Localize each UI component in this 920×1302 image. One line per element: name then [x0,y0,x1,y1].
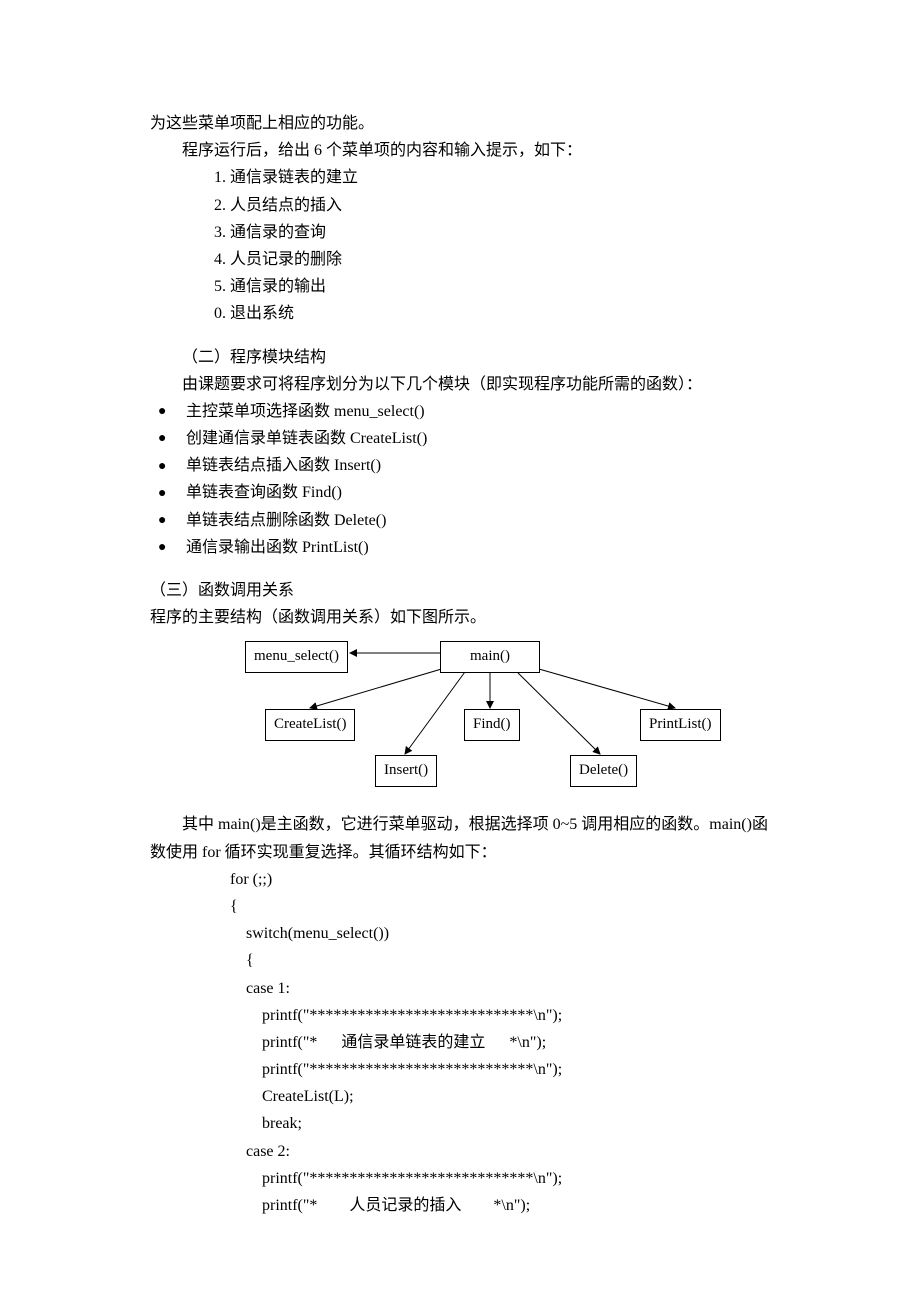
menu-0: 0. 退出系统 [150,300,770,327]
module-label: 单链表结点插入函数 Insert() [186,457,381,474]
module-label: 主控菜单项选择函数 menu_select() [186,403,425,420]
module-label: 通信录输出函数 PrintList() [186,539,369,556]
node-menu: menu_select() [245,641,348,673]
module-label: 单链表查询函数 Find() [186,484,342,501]
module-label: 单链表结点删除函数 Delete() [186,512,386,529]
menu-4: 4. 人员记录的删除 [150,246,770,273]
module-label: 创建通信录单链表函数 CreateList() [186,430,427,447]
node-print: PrintList() [640,709,721,741]
menu-1: 1. 通信录链表的建立 [150,164,770,191]
module-item: 单链表结点插入函数 Insert() [158,452,770,479]
menu-2: 2. 人员结点的插入 [150,192,770,219]
section2-title: （二）程序模块结构 [150,344,770,371]
code-block: for (;;) { switch(menu_select()) { case … [150,866,770,1219]
call-diagram: main() menu_select() CreateList() Find()… [150,641,770,791]
module-item: 通信录输出函数 PrintList() [158,534,770,561]
intro-line: 为这些菜单项配上相应的功能。 [150,110,770,137]
node-find: Find() [464,709,520,741]
section3-title: （三）函数调用关系 [150,577,770,604]
menu-5: 5. 通信录的输出 [150,273,770,300]
node-create: CreateList() [265,709,355,741]
module-item: 创建通信录单链表函数 CreateList() [158,425,770,452]
module-item: 主控菜单项选择函数 menu_select() [158,398,770,425]
after-diagram: 其中 main()是主函数，它进行菜单驱动，根据选择项 0~5 调用相应的函数。… [150,811,770,865]
run-prompt: 程序运行后，给出 6 个菜单项的内容和输入提示，如下： [150,137,770,164]
module-list: 主控菜单项选择函数 menu_select() 创建通信录单链表函数 Creat… [150,398,770,561]
menu-3: 3. 通信录的查询 [150,219,770,246]
module-item: 单链表查询函数 Find() [158,479,770,506]
section3-intro: 程序的主要结构（函数调用关系）如下图所示。 [150,604,770,631]
section2-intro: 由课题要求可将程序划分为以下几个模块（即实现程序功能所需的函数）： [150,371,770,398]
node-delete: Delete() [570,755,637,787]
module-item: 单链表结点删除函数 Delete() [158,507,770,534]
node-main: main() [440,641,540,673]
node-insert: Insert() [375,755,437,787]
